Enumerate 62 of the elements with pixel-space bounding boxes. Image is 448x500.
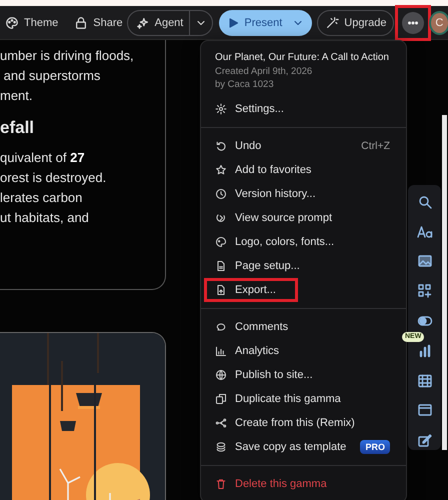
agent-button[interactable]: Agent [128,10,190,34]
menu-item[interactable]: Duplicate this gamma [204,387,403,411]
image-icon [416,253,432,270]
settings-icon [215,103,227,115]
add-block-icon [416,283,432,300]
menu-item[interactable]: Comments [204,315,403,339]
source-prompt-icon [215,212,227,224]
more-button[interactable] [402,12,424,34]
wand-icon [325,16,340,30]
menu-item[interactable]: Undo Ctrl+Z [204,134,403,158]
palette-icon [5,16,19,30]
slide-heading: efall [0,118,36,138]
comment-icon [215,321,227,333]
search-icon [416,194,432,210]
menu-item[interactable]: Delete this gamma [204,472,403,496]
slide-text-line: quivalent of 27 [0,149,86,167]
globe-icon [215,369,227,381]
undo-icon [215,140,227,152]
edit-icon [416,432,432,448]
analytics-icon [215,345,227,357]
star-icon [215,164,227,176]
menu-item[interactable]: Publish to site... [204,363,403,387]
theme-button[interactable]: Theme [5,16,58,30]
slide-text-line: lerates carbon [0,189,84,207]
slide-text-line: umber is driving floods, [0,47,135,65]
share-button[interactable]: Share [74,16,123,30]
card-layout-icon [416,402,432,418]
trash-icon [215,478,227,490]
slide-text-line: ment. [0,87,34,105]
menu-item[interactable]: Save copy as template PRO [204,435,403,459]
layers-icon [215,441,227,453]
palette-icon [215,236,227,248]
clock-icon [215,188,227,200]
menu-item[interactable]: Version history... [204,182,403,206]
lock-icon [74,16,88,30]
present-button[interactable]: Present [219,10,288,36]
file-export-icon [215,284,227,296]
created-date: Created April 9th, 2026 [215,65,314,78]
sparkle-icon [136,16,150,30]
play-icon [227,16,240,28]
share-nodes-icon [215,417,227,429]
text-style-icon [416,224,432,240]
menu-item[interactable]: Page setup... [204,254,403,278]
author-label: by Caca 1023 [215,78,275,91]
user-avatar[interactable]: C [430,12,448,32]
slide-text-line: ut habitats, and [0,209,90,227]
menu-item[interactable]: Create from this (Remix) [204,411,403,435]
slide-text-line: and superstorms [2,67,102,85]
menu-title: Our Planet, Our Future: A Call to Action [215,51,389,65]
table-icon [416,372,432,389]
upgrade-button[interactable]: Upgrade [317,10,394,36]
menu-item[interactable]: Logo, colors, fonts... [204,230,403,254]
pro-badge: PRO [360,440,390,454]
menu-item[interactable]: View source prompt [204,206,403,230]
menu-item[interactable]: Settings... [204,97,403,121]
menu-item[interactable]: Export... [204,278,298,302]
duplicate-icon [215,393,227,405]
menu-item[interactable]: Analytics [204,339,403,363]
page-icon [215,260,227,272]
menu-item[interactable]: Add to favorites [204,158,403,182]
slide-text-line: orest is destroyed. [0,169,108,187]
keyboard-shortcut: Ctrl+Z [361,140,390,152]
